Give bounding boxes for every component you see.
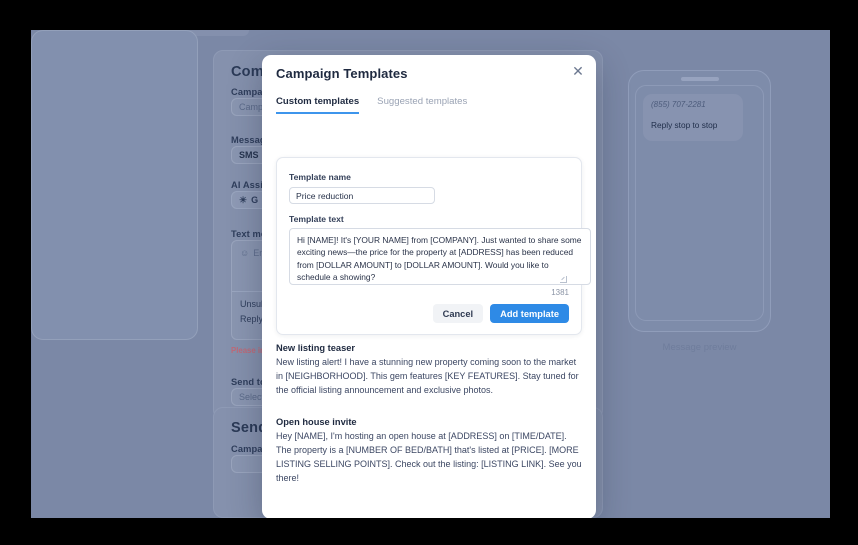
sms-body-text: Reply stop to stop [651, 120, 718, 130]
list-item[interactable]: Open house invite Hey [NAME], I'm hostin… [276, 417, 584, 486]
editor-actions: Cancel Add template [432, 304, 569, 323]
lightbulb-icon: ☀ [239, 194, 248, 205]
campaign-name-label: Campa [231, 87, 263, 97]
template-text-textarea[interactable]: Hi [NAME]! It's [YOUR NAME] from [COMPAN… [289, 228, 591, 285]
list-item[interactable]: New listing teaser New listing alert! I … [276, 343, 584, 398]
template-item-name: New listing teaser [276, 343, 356, 353]
textarea-resize-handle[interactable] [560, 276, 567, 283]
text-message-placeholder: ☺ En [240, 248, 265, 258]
close-icon[interactable]: ✕ [571, 64, 585, 79]
sms-sender-number: (855) 707-2281 [651, 100, 706, 109]
phone-mockup: (855) 707-2281 Reply stop to stop [628, 70, 771, 332]
sms-bubble: (855) 707-2281 Reply stop to stop [643, 94, 743, 141]
message-preview-card [31, 30, 198, 340]
template-item-body: Hey [NAME], I'm hosting an open house at… [276, 430, 582, 484]
character-count: 1381 [551, 288, 569, 297]
message-type-label: Messag [231, 135, 266, 145]
modal-header: Campaign Templates ✕ [262, 55, 596, 91]
template-text-label: Template text [289, 214, 344, 224]
phone-screen: (855) 707-2281 Reply stop to stop [635, 85, 764, 321]
ai-generate-label: G [251, 195, 259, 205]
template-editor-panel: Template name Price reduction Template t… [276, 157, 591, 335]
modal-tabs: Custom templates Suggested templates [276, 96, 467, 114]
tab-custom-templates[interactable]: Custom templates [276, 96, 360, 114]
send-campaign-label: Campa [231, 444, 263, 454]
cancel-button[interactable]: Cancel [432, 304, 484, 323]
template-list: New listing teaser New listing alert! I … [276, 343, 584, 511]
emoji-icon[interactable]: ☺ [240, 248, 249, 258]
app-viewport: Comp Campa Camp Messag SMS AI Assis ☀ G … [31, 30, 830, 518]
validation-error-text: Please in [231, 346, 265, 355]
text-message-label: Text me [231, 229, 267, 239]
modal-title: Campaign Templates [276, 66, 408, 81]
template-name-label: Template name [289, 172, 351, 182]
template-name-input[interactable]: Price reduction [289, 187, 435, 204]
tab-suggested-templates[interactable]: Suggested templates [377, 96, 467, 114]
send-to-label: Send to [231, 377, 266, 387]
template-item-name: Open house invite [276, 416, 357, 427]
add-template-button[interactable]: Add template [490, 304, 569, 323]
campaign-templates-modal: Campaign Templates ✕ Custom templates Su… [262, 55, 596, 518]
template-item-body: New listing alert! I have a stunning new… [276, 357, 579, 396]
message-preview-caption: Message preview [662, 342, 737, 353]
phone-notch [680, 77, 719, 81]
